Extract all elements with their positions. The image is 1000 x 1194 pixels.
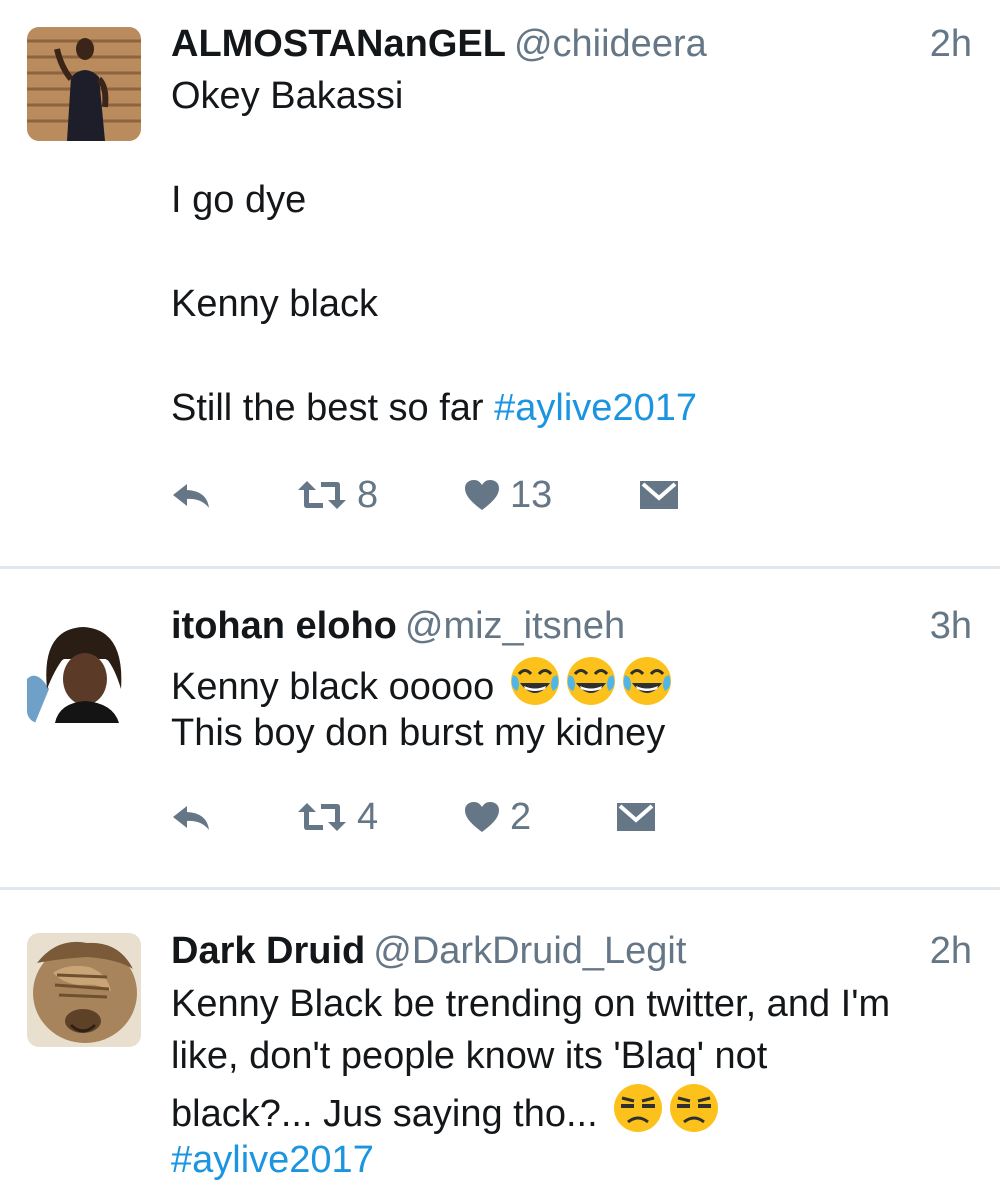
tweet-line: This boy don burst my kidney xyxy=(171,712,666,754)
envelope-icon xyxy=(640,481,678,509)
tweet-line-text: Still the best so far xyxy=(171,387,484,429)
tweet-header: Dark Druid @DarkDruid_Legit 2h xyxy=(171,928,972,974)
tweet-line: #aylive2017 xyxy=(171,1134,971,1186)
avatar-image xyxy=(27,27,141,141)
author-name[interactable]: ALMOSTANanGEL xyxy=(171,23,506,65)
tweet-line: Kenny black xyxy=(171,283,379,325)
avatar[interactable] xyxy=(27,609,141,723)
hashtag-link[interactable]: #aylive2017 xyxy=(494,387,697,429)
tweet-line: Okey Bakassi xyxy=(171,75,404,117)
unamused-emoji xyxy=(668,1082,720,1134)
retweet-button[interactable]: 4 xyxy=(297,792,378,842)
tweet-line-text: black?... Jus saying tho... xyxy=(171,1093,598,1135)
author-handle[interactable]: @chiideera xyxy=(514,23,707,65)
tweet-3[interactable]: Dark Druid @DarkDruid_Legit 2h Kenny Blac… xyxy=(0,890,1000,1194)
retweet-count: 8 xyxy=(357,473,379,516)
reply-button[interactable] xyxy=(171,470,211,520)
reply-icon xyxy=(173,484,209,508)
tweet-text: Okey Bakassi I go dye Kenny black Still … xyxy=(171,70,971,434)
tweet-line xyxy=(171,330,971,382)
reply-button[interactable] xyxy=(171,792,211,842)
tweet-line xyxy=(171,226,971,278)
tears-of-joy-emoji xyxy=(621,655,673,707)
envelope-icon xyxy=(617,803,655,831)
avatar-image xyxy=(27,609,141,723)
like-count: 13 xyxy=(510,473,553,516)
tweet-line-text: Kenny black ooooo xyxy=(171,666,495,708)
tweet-time[interactable]: 2h xyxy=(930,928,972,974)
tweet-text: Kenny black ooooo This boy don burst my … xyxy=(171,655,971,759)
tweet-1[interactable]: ALMOSTANanGEL @chiideera 2h Okey Bakassi … xyxy=(0,0,1000,566)
tweet-header: itohan eloho @miz_itsneh 3h xyxy=(171,603,972,649)
tweet-2[interactable]: itohan eloho @miz_itsneh 3h Kenny black o… xyxy=(0,569,1000,887)
direct-message-button[interactable] xyxy=(639,470,679,520)
author-name[interactable]: Dark Druid xyxy=(171,930,365,972)
tweet-header: ALMOSTANanGEL @chiideera 2h xyxy=(171,21,972,67)
tweet-time[interactable]: 3h xyxy=(930,603,972,649)
author-handle[interactable]: @miz_itsneh xyxy=(405,605,625,647)
tweet-line: Kenny black ooooo xyxy=(171,655,971,708)
retweet-icon xyxy=(298,481,346,509)
reply-icon xyxy=(173,806,209,830)
retweet-button[interactable]: 8 xyxy=(297,470,378,520)
hashtag-link[interactable]: #aylive2017 xyxy=(171,1139,374,1181)
avatar[interactable] xyxy=(27,27,141,141)
author-name[interactable]: itohan eloho xyxy=(171,605,397,647)
tweet-line xyxy=(171,122,971,174)
retweet-count: 4 xyxy=(357,795,379,838)
tweet-line: black?... Jus saying tho... xyxy=(171,1082,971,1135)
tweet-line: Kenny Black be trending on twitter, and … xyxy=(171,983,891,1025)
tweet-line: Still the best so far #aylive2017 xyxy=(171,382,971,434)
tears-of-joy-emoji xyxy=(509,655,561,707)
tweet-actions: 4 2 xyxy=(171,792,771,842)
retweet-icon xyxy=(298,803,346,831)
avatar-image xyxy=(27,933,141,1047)
tears-of-joy-emoji xyxy=(565,655,617,707)
heart-icon xyxy=(465,802,499,832)
like-button[interactable]: 2 xyxy=(464,792,531,842)
like-count: 2 xyxy=(510,795,532,838)
author-handle[interactable]: @DarkDruid_Legit xyxy=(373,930,686,972)
unamused-emoji xyxy=(612,1082,664,1134)
tweet-actions: 8 13 xyxy=(171,470,771,520)
direct-message-button[interactable] xyxy=(616,792,656,842)
heart-icon xyxy=(465,480,499,510)
like-button[interactable]: 13 xyxy=(464,470,552,520)
tweet-line: I go dye xyxy=(171,179,307,221)
tweet-text: Kenny Black be trending on twitter, and … xyxy=(171,978,971,1186)
tweet-time[interactable]: 2h xyxy=(930,21,972,67)
avatar[interactable] xyxy=(27,933,141,1047)
tweet-line: like, don't people know its 'Blaq' not xyxy=(171,1035,768,1077)
